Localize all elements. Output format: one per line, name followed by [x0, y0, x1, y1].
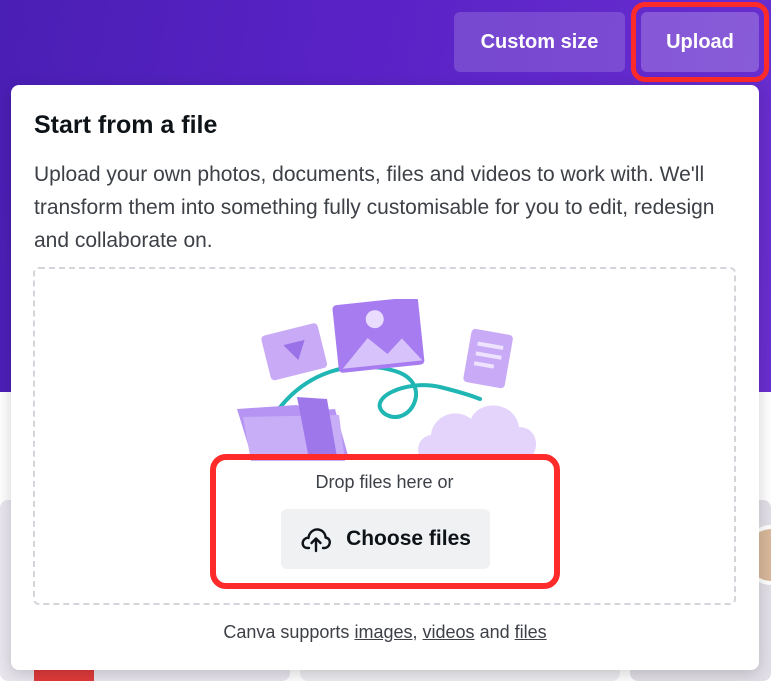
support-prefix: Canva supports: [223, 622, 350, 642]
images-link[interactable]: images: [354, 622, 412, 642]
support-separator: ,: [412, 622, 418, 642]
videos-link[interactable]: videos: [423, 622, 475, 642]
panel-title: Start from a file: [34, 111, 218, 139]
supported-formats-text: Canva supports images, videos and files: [11, 622, 759, 643]
files-link[interactable]: files: [515, 622, 547, 642]
custom-size-button[interactable]: Custom size: [454, 12, 625, 72]
choose-files-highlight: [210, 454, 560, 589]
panel-description: Upload your own photos, documents, files…: [34, 163, 715, 252]
upload-illustration-icon: [237, 299, 537, 461]
support-and: and: [479, 622, 510, 642]
upload-highlight: [631, 2, 769, 82]
